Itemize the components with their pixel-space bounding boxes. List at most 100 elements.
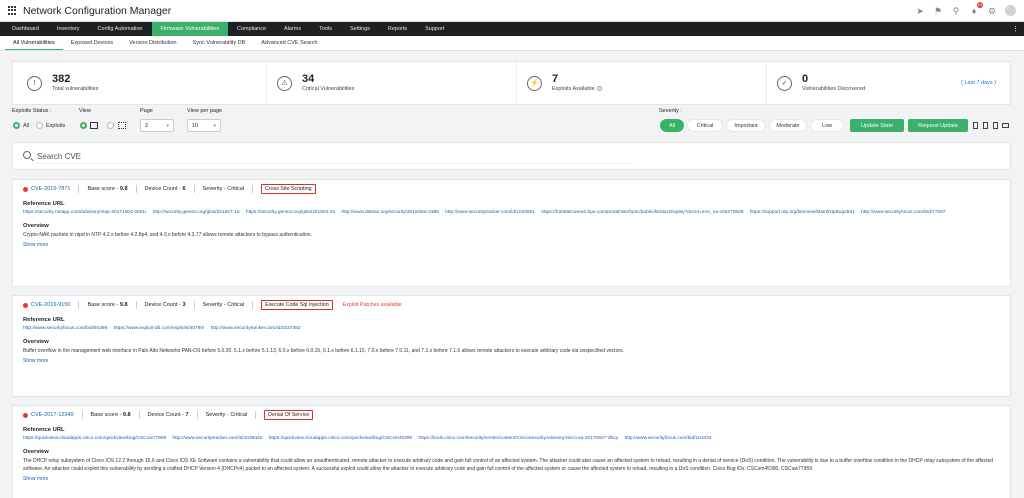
radio-exploits[interactable] [36,122,43,129]
grid-view-icon[interactable] [118,122,126,129]
reference-link[interactable]: https://support.ntp.org/bin/view/Main/Nt… [750,210,855,215]
reference-link[interactable]: http://www.securitytracker.com/id/103738… [211,326,301,331]
divider [252,185,254,193]
severity-label: Severity - [205,412,229,418]
stat-value: 34 [302,73,315,85]
severity-low[interactable]: Low [810,119,844,132]
tab-advanced-cve-search[interactable]: Advanced CVE Search [253,36,325,50]
megaphone-icon[interactable]: ⚑ [933,6,943,16]
reference-url-list: http://www.securityfocus.com/bid/94399 h… [23,325,1000,333]
reference-link[interactable]: http://www.securityfocus.com/bid/101034 [625,436,712,441]
nav-inventory[interactable]: Inventory [48,22,89,36]
reference-link[interactable]: http://www.debian.org/security/2015/dsa-… [342,210,439,215]
show-more-link[interactable]: Show more [23,358,1000,364]
severity-critical[interactable]: Critical [687,119,723,132]
divider [138,411,140,419]
request-update-button[interactable]: Request Update [908,119,968,132]
vulnerability-type-tag: Denial Of Service [264,410,314,420]
show-more-link[interactable]: Show more [23,476,1000,482]
device-count-value[interactable]: 3 [182,302,185,308]
cve-id-link[interactable]: CVE-2015-7871 [31,186,70,192]
overview-title: Overview [23,223,49,229]
tab-exposed-devices[interactable]: Exposed Devices [63,36,122,50]
search-icon[interactable]: ⚲ [951,6,961,16]
info-icon[interactable]: i [596,86,602,91]
stat-exploits-available[interactable]: ⚡ 7 Exploits Available i [516,62,756,104]
severity-moderate[interactable]: Moderate [769,119,807,132]
nav-dashboard[interactable]: Dashboard [3,22,48,36]
severity-value: Critical [230,412,248,418]
nav-settings[interactable]: Settings [341,22,379,36]
reference-link[interactable]: https://tools.cisco.com/security/center/… [419,436,619,441]
nav-firmware-vulnerabilities[interactable]: Firmware Vulnerabilities [151,22,228,36]
cve-id-link[interactable]: CVE-2017-12240 [31,412,74,418]
rocket-icon[interactable]: ➤ [915,6,925,16]
user-icon[interactable] [1005,5,1016,16]
per-page-select[interactable]: 10 ▾ [187,119,221,132]
stat-total-vulnerabilities[interactable]: ! 382 Total vulnerabilities [17,62,256,104]
cve-card: CVE-2017-12240 Base score - 9.8 Device C… [12,405,1011,498]
overview-title: Overview [23,339,49,345]
tab-version-distribution[interactable]: Version Distribution [121,36,184,50]
nav-support[interactable]: Support [416,22,453,36]
page-select[interactable]: 2 ▾ [140,119,174,132]
app-grid-icon[interactable] [8,6,17,15]
update-state-button[interactable]: Update State [850,119,904,132]
search-cve-input[interactable] [37,149,633,164]
nav-tools[interactable]: Tools [310,22,341,36]
cve-id-link[interactable]: CVE-2016-9150 [31,302,70,308]
xls-export-icon[interactable] [993,122,998,129]
reference-link[interactable]: https://www.exploit-db.com/exploits/4079… [114,326,205,331]
csv-export-icon[interactable] [983,122,988,129]
radio-all[interactable] [13,122,20,129]
mail-icon[interactable] [1002,123,1009,128]
last-7-days-link[interactable]: ( Last 7 days ) [961,80,996,86]
nav-config-automation[interactable]: Config Automation [89,22,152,36]
radio-view-grid[interactable] [107,122,114,129]
reference-link[interactable]: https://security.gentoo.org/glsa/201604-… [246,210,335,215]
stat-label-text: Exploits Available [552,86,595,92]
nav-more-icon[interactable]: ⋮ [1007,22,1024,36]
reference-link[interactable]: http://security.gentoo.org/glsa/201607-1… [153,210,240,215]
reference-link[interactable]: http://www.securityfocus.com/bid/77287 [861,210,945,215]
severity-dot-icon [23,412,28,418]
tab-all-vulnerabilities[interactable]: All Vulnerabilities [5,36,63,50]
device-count-value[interactable]: 7 [186,412,189,418]
reference-link[interactable]: https://quickview.cloudapps.cisco.com/qu… [23,436,166,441]
severity-all[interactable]: All [660,119,684,132]
show-more-link[interactable]: Show more [23,242,1000,248]
nav-compliance[interactable]: Compliance [228,22,275,36]
divider [196,411,198,419]
nav-alarms[interactable]: Alarms [275,22,310,36]
stat-critical-vulnerabilities[interactable]: ⚠ 34 Critical Vulnerabilities [266,62,506,104]
top-icons: ➤ ⚑ ⚲ ♦ 10 ⚙ [915,1,1016,16]
device-count-value[interactable]: 6 [182,186,185,192]
bolt-icon: ⚡ [527,75,542,91]
severity-value: Critical [227,186,245,192]
reference-link[interactable]: http://www.securityfocus.com/bid/94399 [23,326,107,331]
severity-important[interactable]: Important [726,119,766,132]
divider [78,301,80,309]
stat-vulnerabilities-discovered[interactable]: ✓ 0 Vulnerabilities Discovered ( Last 7 … [766,62,1006,104]
reference-link[interactable]: http://www.securitytracker.com/id/103395… [445,210,535,215]
stats-panel: ! 382 Total vulnerabilities ⚠ 34 Critica… [12,61,1011,105]
divider [81,411,83,419]
stat-label: Exploits Available i [552,86,602,92]
reference-link[interactable]: https://h20566.www2.hpe.com/portal/site/… [541,210,743,215]
bell-icon[interactable]: ♦ 10 [969,1,983,16]
pdf-export-icon[interactable] [973,122,978,129]
radio-view-list[interactable] [80,122,87,129]
divider [252,301,254,309]
reference-link[interactable]: https://quickview.cloudapps.cisco.com/qu… [269,436,412,441]
gear-icon[interactable]: ⚙ [987,6,997,16]
reference-link[interactable]: http://www.securitytracker.com/id/103944… [173,436,263,441]
device-count-label: Device Count - [144,302,181,308]
chevron-down-icon: ▾ [213,122,216,129]
view-label: View [79,108,91,114]
nav-reports[interactable]: Reports [379,22,416,36]
reference-link[interactable]: https://security.netapp.com/advisory/nta… [23,210,146,215]
exploit-patch-note[interactable]: Exploit Patches available [343,302,402,308]
list-view-icon[interactable] [90,122,98,129]
overview-text: Buffer overflow in the management web in… [23,348,624,354]
tab-sync-vulnerability-db[interactable]: Sync Vulnerability DB [185,36,254,50]
